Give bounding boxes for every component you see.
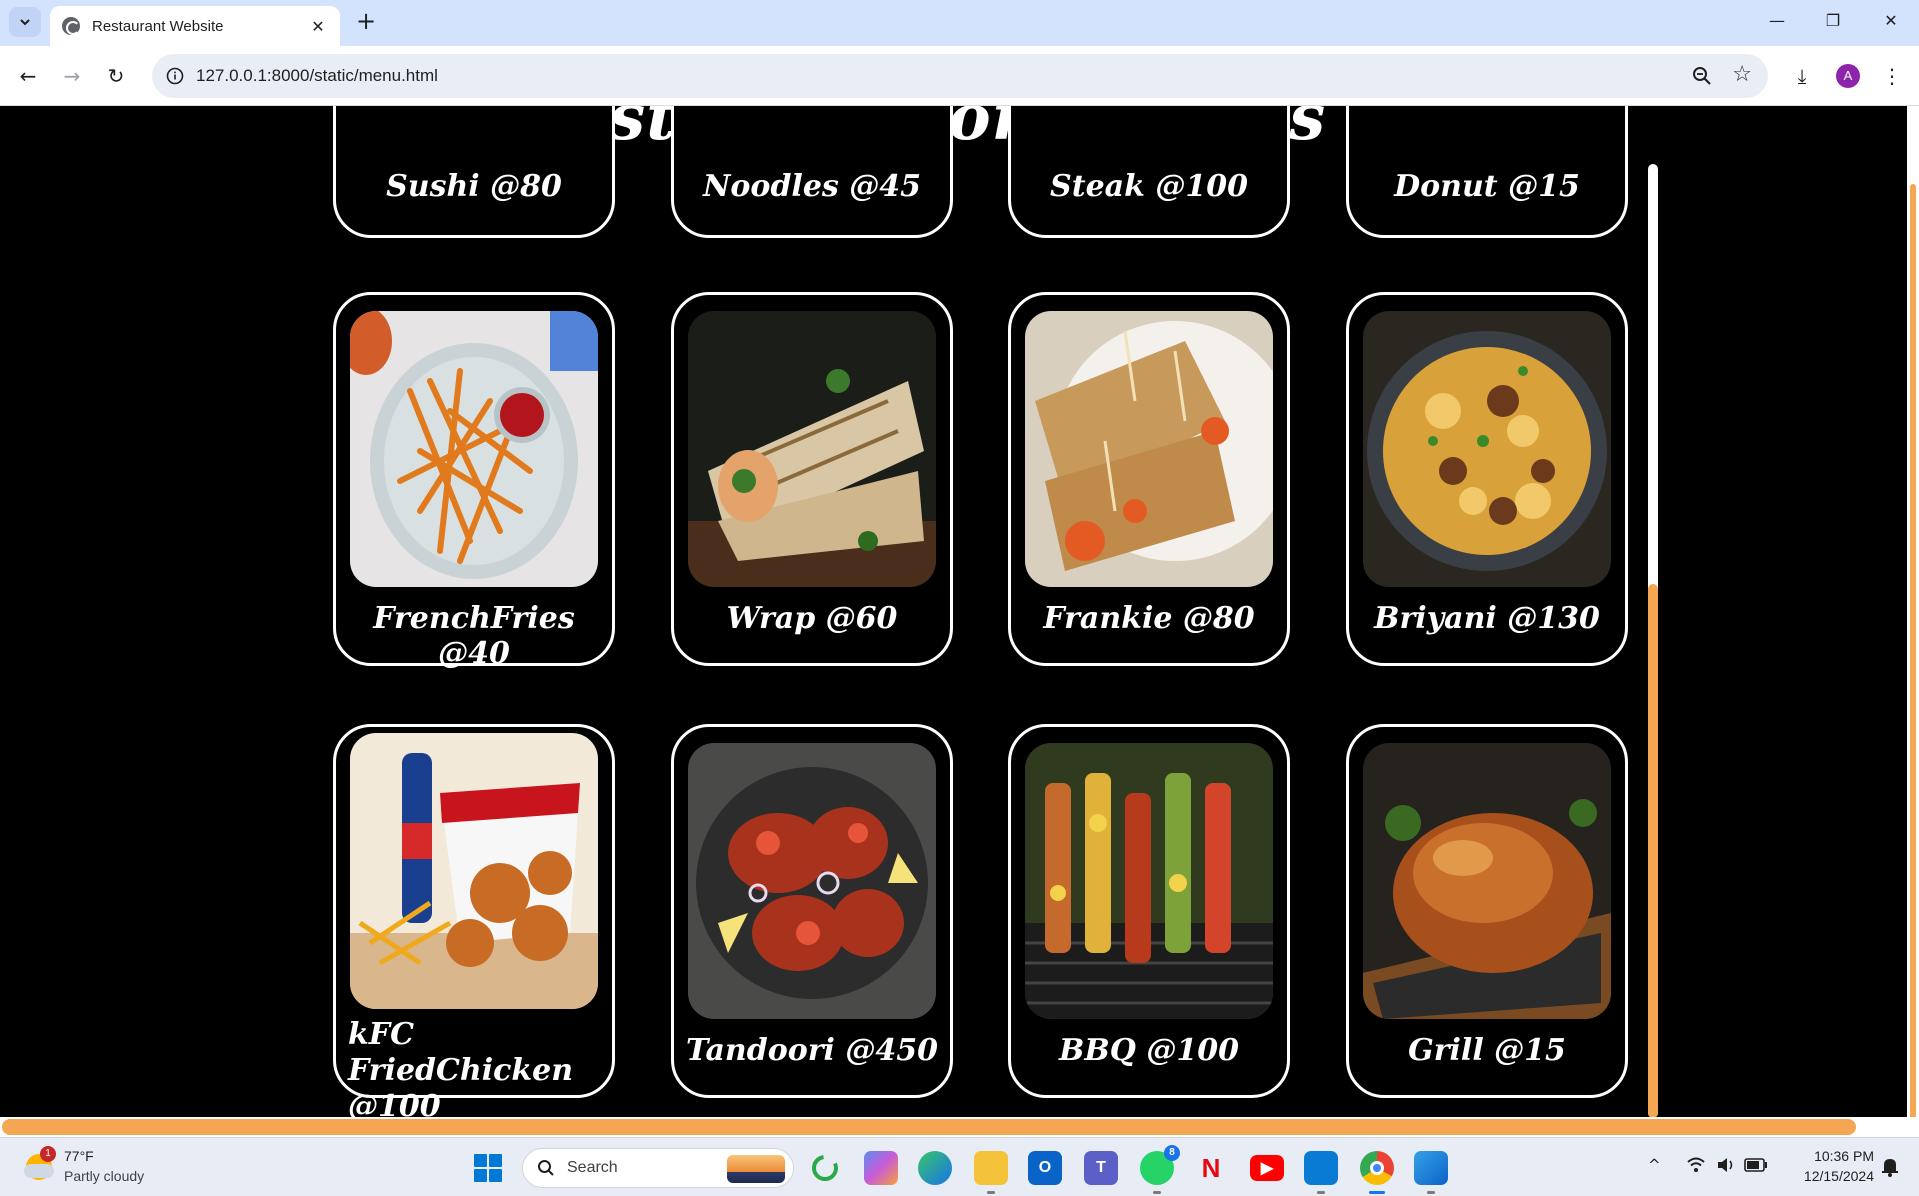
biryani-image [1363,311,1611,587]
vscode-icon[interactable] [1304,1151,1338,1194]
whatsapp-icon[interactable]: 8 [1140,1145,1180,1194]
menu-item-name: Steak @100 [1050,169,1248,204]
search-icon [538,1160,554,1176]
site-info-icon[interactable] [162,63,188,89]
address-bar[interactable]: 127.0.0.1:8000/static/menu.html ☆ [152,54,1768,98]
menu-item-name: Wrap @60 [726,601,898,636]
weather-temperature: 77°F [64,1148,94,1164]
windows-start-icon[interactable] [474,1154,502,1182]
menu-card[interactable]: Grill @15 [1346,724,1628,1098]
page-horizontal-scrollbar-thumb[interactable] [2,1119,1856,1135]
battery-icon[interactable] [1744,1158,1768,1172]
search-label: Search [567,1159,618,1176]
menu-card[interactable]: Briyani @130 [1346,292,1628,666]
youtube-icon[interactable]: ▶ [1250,1155,1284,1181]
new-tab-button[interactable]: + [352,8,380,36]
url-text[interactable]: 127.0.0.1:8000/static/menu.html [196,66,438,86]
browser-menu-icon[interactable]: ⋮ [1876,60,1908,92]
menu-card[interactable]: Noodles @45 [671,106,953,238]
restore-button[interactable]: ❐ [1810,6,1856,36]
tab-search-button[interactable] [9,7,41,37]
page-vertical-scrollbar[interactable] [1907,106,1919,1135]
windows-taskbar: 1 77°F Partly cloudy Search O T 8 N ▶ ^ … [0,1137,1919,1196]
page-viewport: "A Feast of Flavors Awaits You!" Sushi @… [0,106,1919,1135]
active-tab[interactable]: Restaurant Website ✕ [50,6,340,46]
menu-item-name: Briyani @130 [1374,601,1600,636]
menu-item-name: kFC FriedChicken @100 [348,1017,574,1124]
menu-card[interactable]: Tandoori @450 [671,724,953,1098]
taskbar-search[interactable]: Search [522,1148,794,1188]
file-explorer-icon[interactable] [974,1151,1008,1194]
chrome-icon[interactable] [1360,1151,1394,1194]
menu-item-name: FrenchFries @40 [373,601,575,671]
wifi-icon[interactable] [1686,1156,1706,1174]
menu-scrollbar-thumb[interactable] [1648,584,1658,1118]
menu-card[interactable]: Wrap @60 [671,292,953,666]
tray-chevron-icon[interactable]: ^ [1648,1156,1661,1174]
menu-item-name: Grill @15 [1408,1033,1566,1068]
menu-card[interactable]: Steak @100 [1008,106,1290,238]
menu-item-name: Tandoori @450 [686,1033,938,1068]
tab-title: Restaurant Website [92,17,224,35]
search-highlight-image [727,1155,785,1183]
menu-card[interactable]: Frankie @80 [1008,292,1290,666]
edge-icon[interactable] [918,1151,952,1185]
clock-date: 12/15/2024 [1803,1168,1874,1184]
paint-icon[interactable] [1414,1151,1448,1194]
whatsapp-badge: 8 [1164,1145,1180,1161]
grill-image [1363,743,1611,1019]
system-clock[interactable]: 10:36 PM 12/15/2024 [1782,1146,1874,1186]
menu-card[interactable]: Donut @15 [1346,106,1628,238]
menu-item-name: BBQ @100 [1059,1033,1239,1068]
frankie-image [1025,311,1273,587]
page-headline: "A Feast of Flavors Awaits You!" [373,106,1546,155]
notification-bell-icon[interactable] [1878,1154,1902,1178]
page-horizontal-scrollbar[interactable] [0,1117,1919,1137]
weather-cloud-icon [24,1164,54,1178]
wrap-image [688,311,936,587]
menu-item-name: Frankie @80 [1043,601,1255,636]
zoom-icon[interactable] [1690,64,1714,88]
back-button[interactable]: ← [12,60,44,92]
browser-tab-bar: Restaurant Website ✕ + — ❐ ✕ [0,0,1919,46]
menu-item-name: Sushi @80 [386,169,562,204]
download-icon[interactable]: ⤓ [1786,60,1818,92]
menu-card[interactable]: kFC FriedChicken @100 [333,724,615,1124]
menu-card[interactable]: FrenchFries @40 [333,292,615,671]
minimize-button[interactable]: — [1754,6,1800,36]
weather-badge: 1 [40,1146,56,1162]
weather-condition: Partly cloudy [64,1168,145,1184]
bookmark-star-icon[interactable]: ☆ [1732,62,1752,87]
globe-icon [62,17,80,35]
menu-card[interactable]: BBQ @100 [1008,724,1290,1098]
close-window-button[interactable]: ✕ [1868,6,1914,36]
menu-item-name: Donut @15 [1394,169,1580,204]
copilot-color-icon[interactable] [864,1151,898,1185]
tab-close-icon[interactable]: ✕ [308,17,328,36]
menu-card[interactable]: Sushi @80 [333,106,615,238]
teams-icon[interactable]: T [1084,1151,1118,1185]
profile-avatar[interactable]: A [1836,64,1860,88]
outlook-icon[interactable]: O [1028,1151,1062,1185]
fried-chicken-image [350,733,598,1009]
menu-item-name: Noodles @45 [703,169,921,204]
clock-time: 10:36 PM [1814,1148,1874,1164]
reload-button[interactable]: ↻ [100,60,132,92]
french-fries-image [350,311,598,587]
tandoori-image [688,743,936,1019]
volume-icon[interactable] [1716,1156,1736,1174]
browser-toolbar: ← → ↻ 127.0.0.1:8000/static/menu.html ☆ … [0,46,1919,106]
bbq-image [1025,743,1273,1019]
copilot-icon[interactable] [808,1151,842,1185]
forward-button[interactable]: → [56,60,88,92]
chevron-down-icon [20,19,30,26]
page-vertical-scrollbar-thumb[interactable] [1910,184,1916,1134]
netflix-icon[interactable]: N [1194,1151,1228,1185]
weather-widget[interactable]: 1 77°F Partly cloudy [22,1144,162,1190]
